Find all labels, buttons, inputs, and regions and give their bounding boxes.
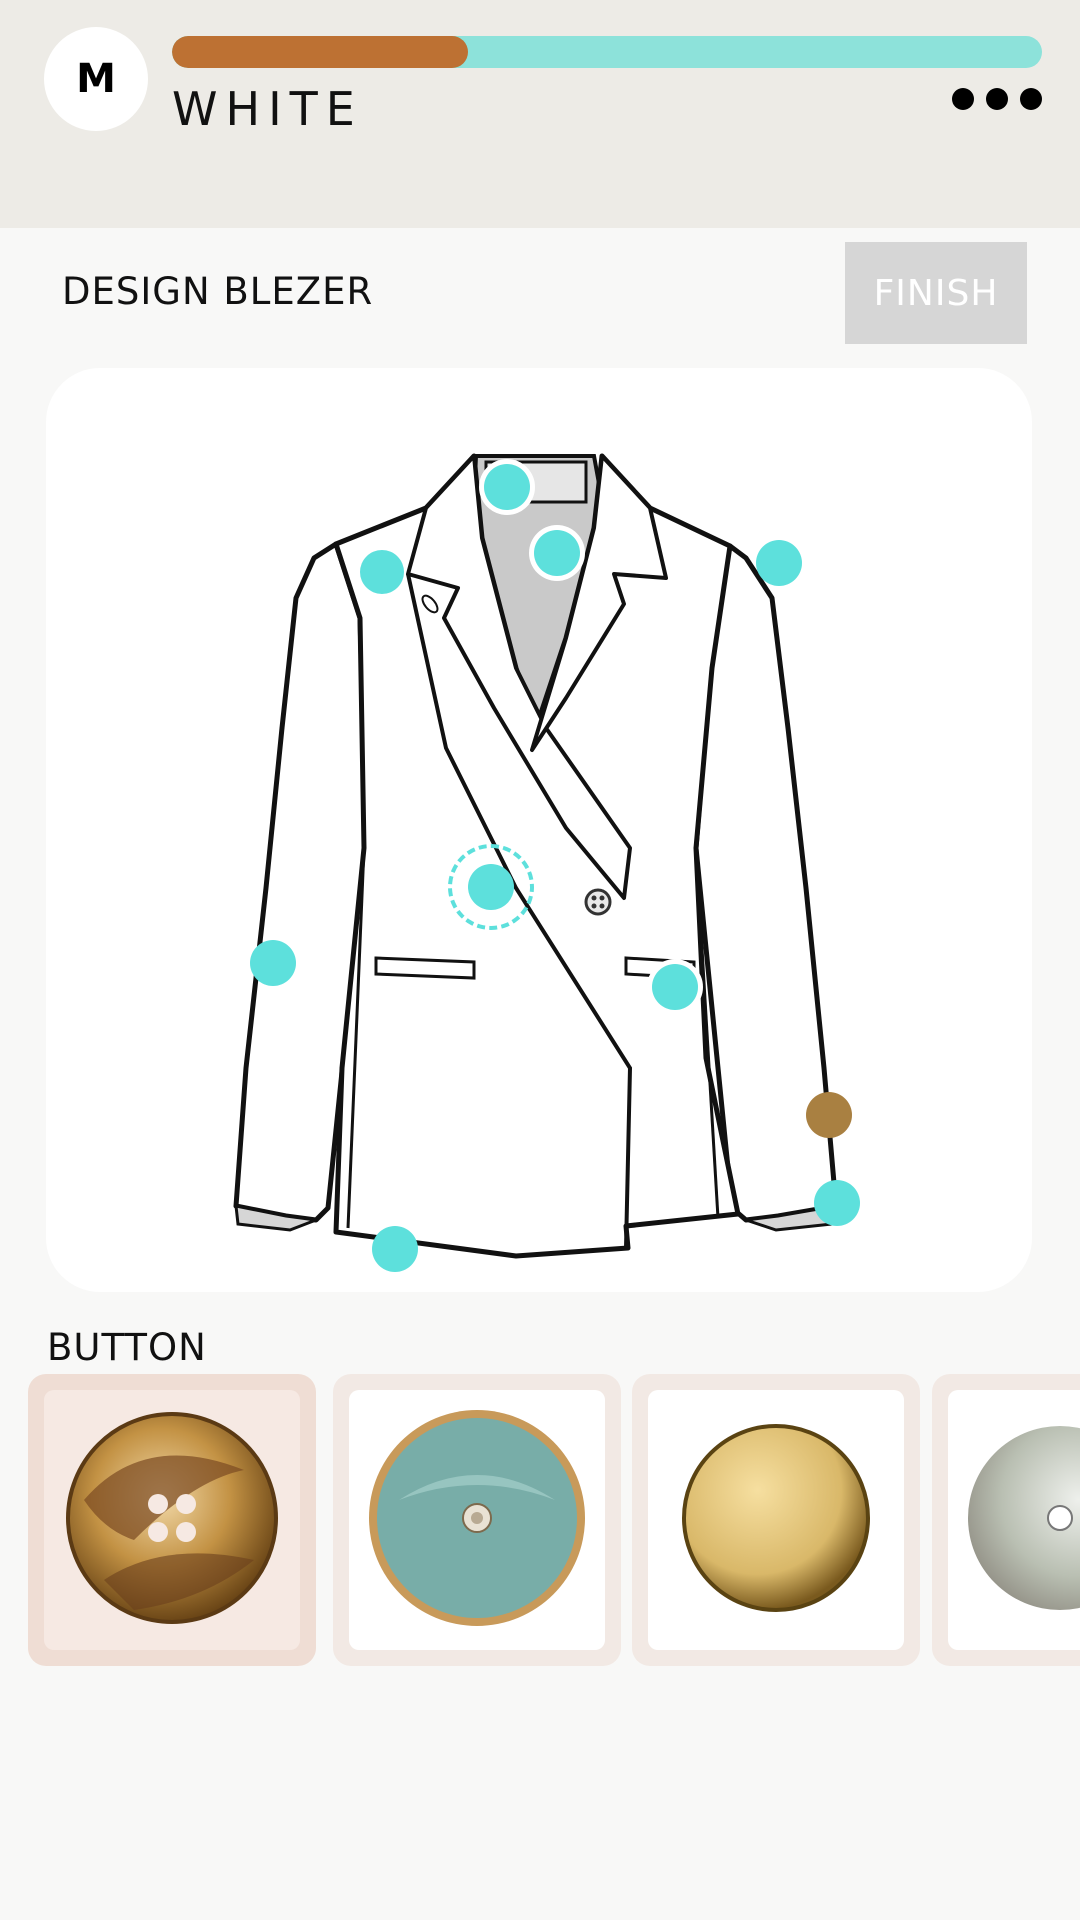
progress-bar-fill xyxy=(172,36,468,68)
button-option-horn[interactable] xyxy=(28,1374,316,1666)
hotspot-front-button-selected[interactable] xyxy=(468,864,514,910)
button-option-mother-of-pearl[interactable] xyxy=(932,1374,1080,1666)
more-dots-icon[interactable] xyxy=(952,86,1042,112)
hotspot-right-pocket[interactable] xyxy=(652,964,698,1010)
hotspot-right-shoulder[interactable] xyxy=(756,540,802,586)
top-header: M WHITE xyxy=(0,0,1080,228)
gold-dome-button-icon xyxy=(648,1390,904,1650)
color-name-label: WHITE xyxy=(172,82,363,136)
page-title: DESIGN BLEZER xyxy=(62,270,374,313)
teal-enamel-button-icon xyxy=(349,1390,605,1650)
pearl-button-icon xyxy=(948,1390,1080,1650)
hotspot-right-hem[interactable] xyxy=(814,1180,860,1226)
blazer-sketch xyxy=(233,453,839,1259)
progress-bar xyxy=(172,36,1042,68)
button-option-teal-enamel[interactable] xyxy=(333,1374,621,1666)
blazer-canvas-card xyxy=(46,368,1032,1292)
avatar[interactable]: M xyxy=(44,27,148,131)
hotspot-neck-inner[interactable] xyxy=(534,530,580,576)
button-option-gold-dome[interactable] xyxy=(632,1374,920,1666)
hotspot-left-hem[interactable] xyxy=(372,1226,418,1272)
hotspot-left-lapel[interactable] xyxy=(360,550,404,594)
horn-button-icon xyxy=(44,1390,300,1650)
hotspot-right-cuff-button[interactable] xyxy=(806,1092,852,1138)
hotspot-collar[interactable] xyxy=(484,464,530,510)
finish-button[interactable]: FINISH xyxy=(845,242,1027,344)
hotspot-left-sleeve[interactable] xyxy=(250,940,296,986)
button-section-title: BUTTON xyxy=(47,1326,207,1369)
